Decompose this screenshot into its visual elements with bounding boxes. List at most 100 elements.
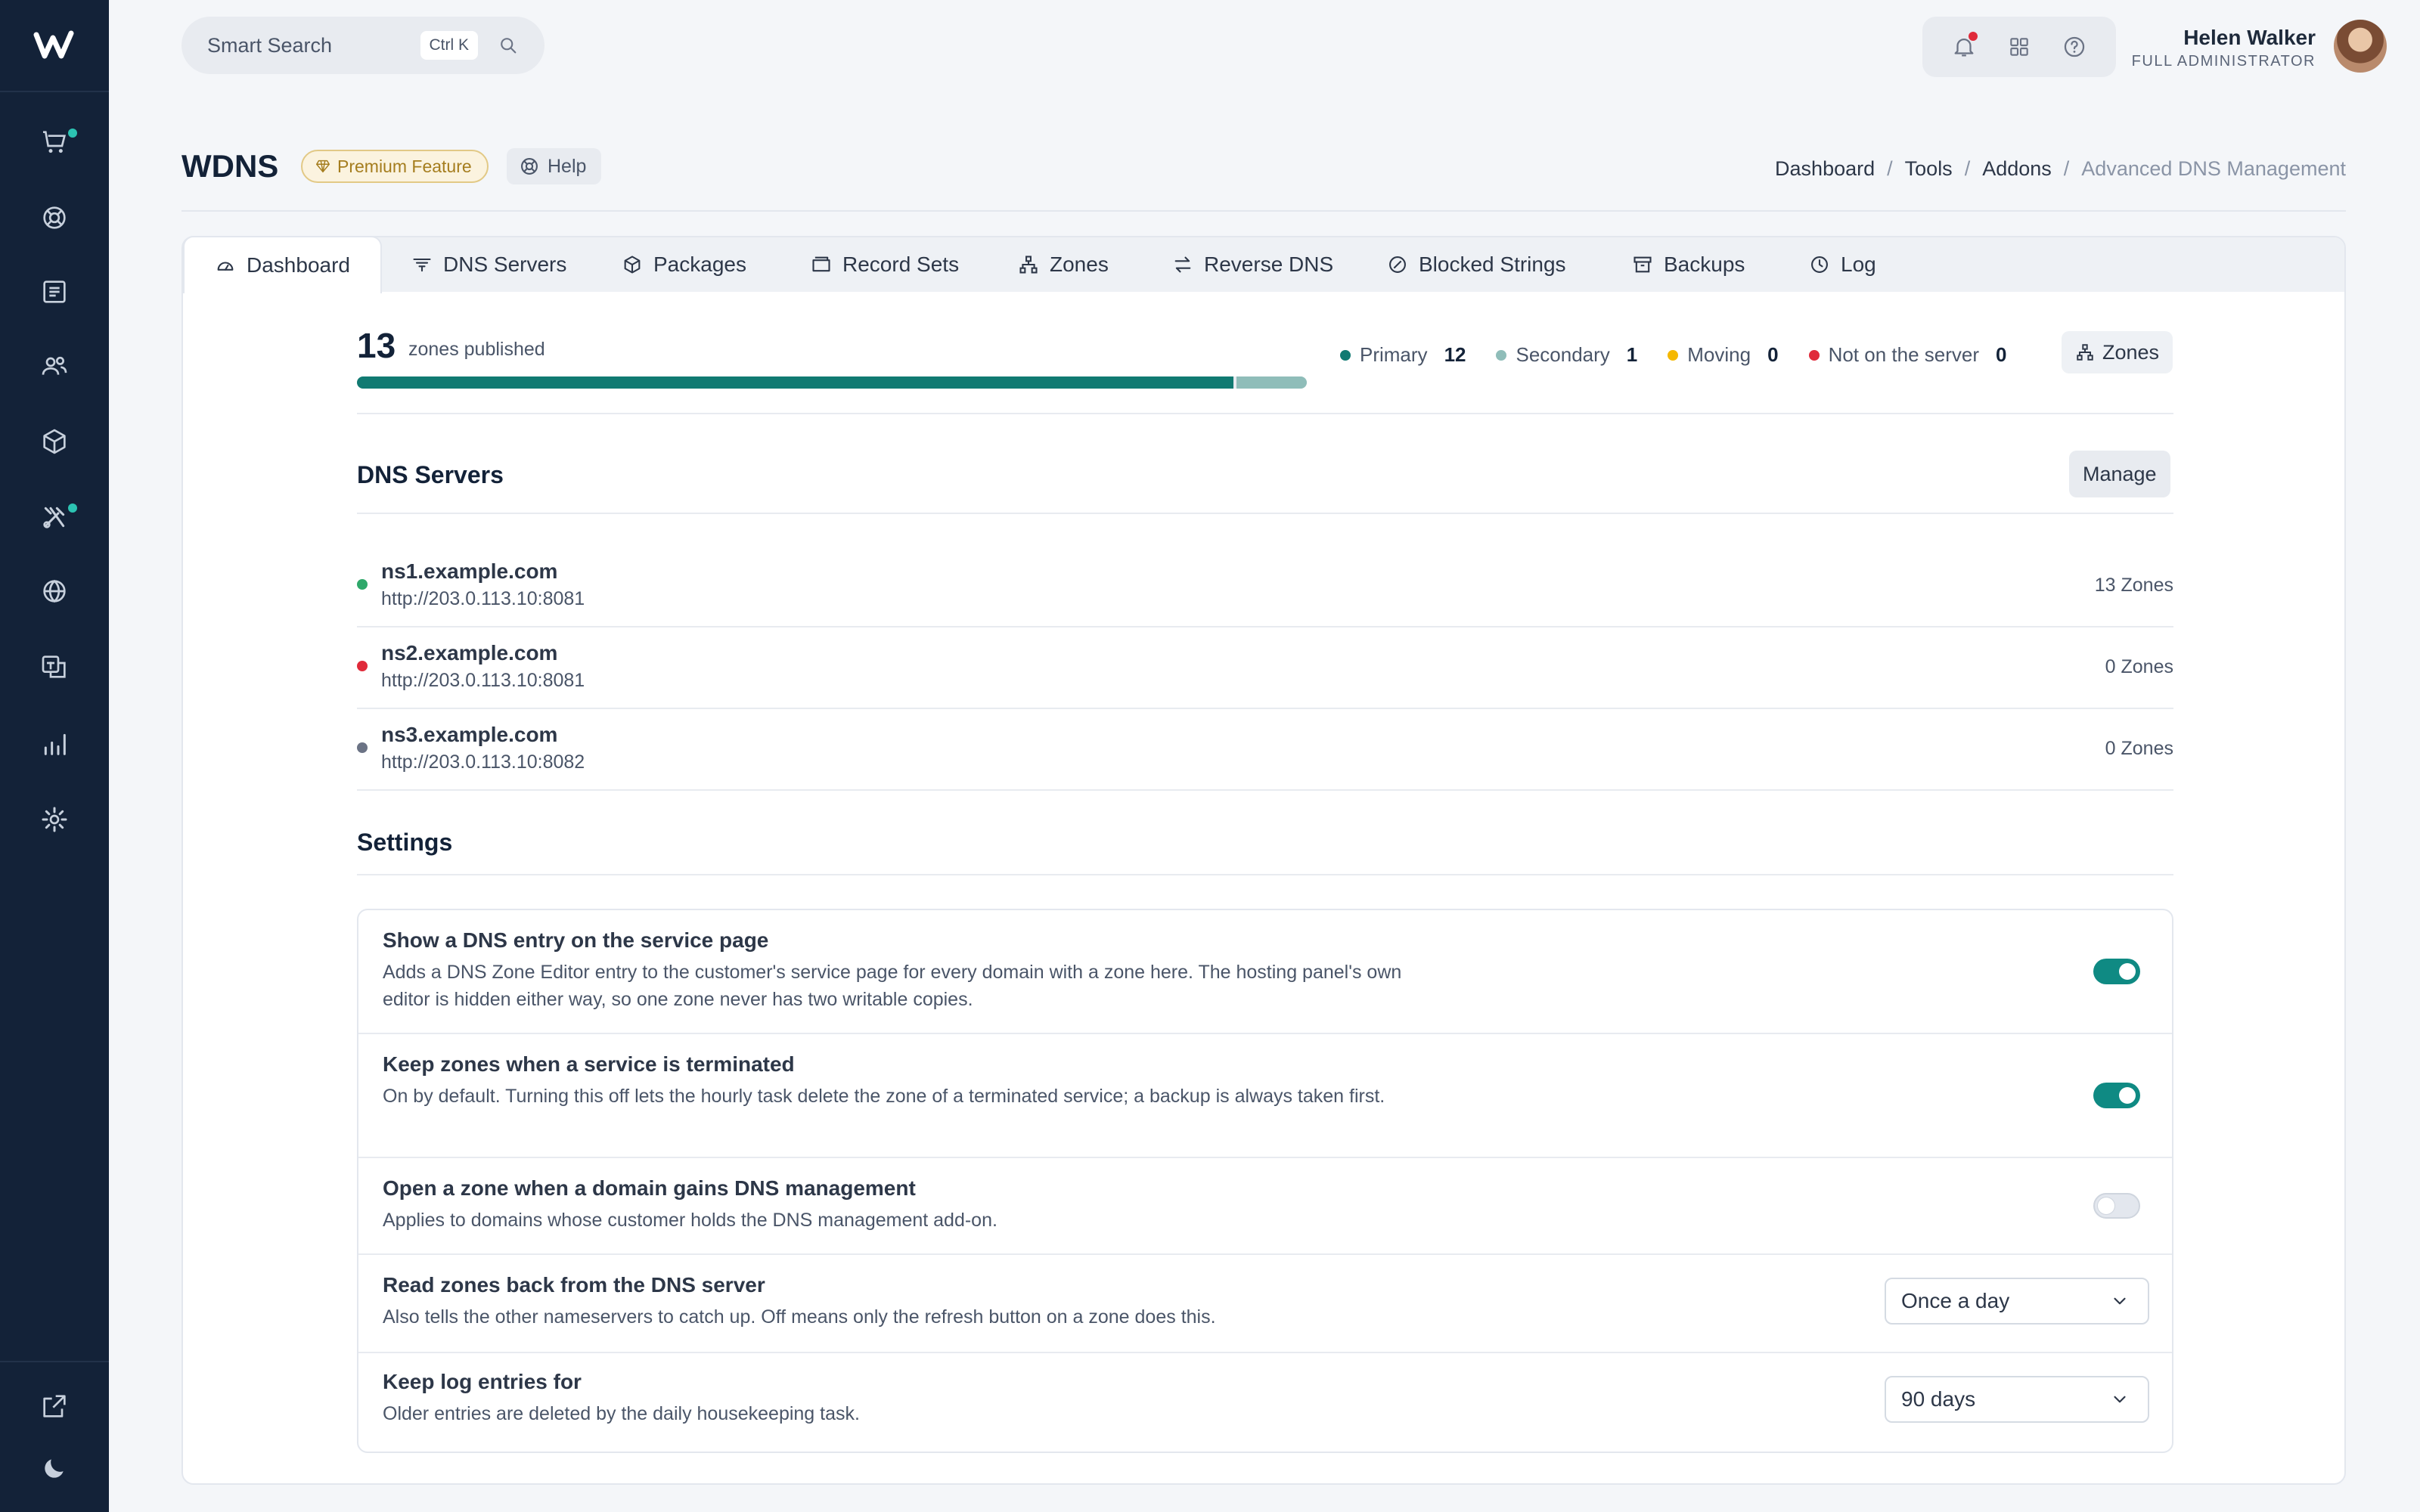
toggle-open-zone[interactable] [2093, 1193, 2140, 1219]
user-info[interactable]: Helen Walker FULL ADMINISTRATOR [2132, 26, 2316, 70]
tab-reverse-dns[interactable]: Reverse DNS [1172, 237, 1333, 292]
toggle-keep-zones[interactable] [2093, 1083, 2140, 1108]
breadcrumb-tools[interactable]: Tools [1905, 157, 1953, 181]
notification-dot [1968, 32, 1978, 41]
gauge-icon [217, 262, 234, 271]
setting-title: Show a DNS entry on the service page [383, 928, 769, 952]
setting-title: Keep log entries for [383, 1370, 582, 1393]
smart-search[interactable]: Smart Search Ctrl K [182, 17, 544, 74]
tab-dashboard[interactable]: Dashboard [183, 236, 382, 293]
toggle-knob [2098, 1198, 2114, 1214]
server-url: http://203.0.113.10:8081 [381, 670, 585, 691]
breadcrumb-current: Advanced DNS Management [2081, 157, 2346, 180]
settings-panel: Show a DNS entry on the service page Add… [357, 909, 2173, 1453]
divider [357, 413, 2173, 414]
avatar[interactable] [2334, 20, 2387, 73]
nav-dark-mode[interactable] [0, 1438, 109, 1498]
nav-reports[interactable] [0, 714, 109, 774]
setting-row: Read zones back from the DNS server Also… [358, 1253, 2172, 1352]
nav-orders[interactable] [0, 112, 109, 172]
read-zones-select[interactable]: Once a day [1885, 1278, 2149, 1325]
question-icon [2065, 36, 2085, 57]
tab-backups[interactable]: Backups [1632, 237, 1745, 292]
lifebuoy-icon [43, 206, 66, 229]
sidebar-divider [0, 1361, 109, 1362]
manage-button[interactable]: Manage [2069, 451, 2170, 497]
toggle-knob [2119, 963, 2136, 980]
zones-button[interactable]: Zones [2062, 331, 2173, 373]
dns-server-row[interactable]: ns2.example.com http://203.0.113.10:8081… [357, 626, 2173, 708]
setting-title: Keep zones when a service is terminated [383, 1052, 795, 1076]
nav-billing[interactable] [0, 262, 109, 322]
brand-logo[interactable] [0, 0, 109, 92]
legend-value: 12 [1444, 343, 1466, 366]
gear-icon [42, 807, 67, 832]
tab-zones[interactable]: Zones [1018, 237, 1109, 292]
breadcrumb-separator: / [1887, 157, 1893, 180]
progress-secondary [1236, 376, 1307, 389]
toggle-show-dns-entry[interactable] [2093, 959, 2140, 984]
tab-label: Backups [1664, 253, 1745, 276]
tab-label: DNS Servers [443, 253, 567, 276]
dns-server-row[interactable]: ns1.example.com http://203.0.113.10:8081… [357, 544, 2173, 626]
toggle-knob [2119, 1087, 2136, 1104]
server-icon [413, 258, 431, 272]
nav-clients[interactable] [0, 336, 109, 396]
archive-icon [1634, 256, 1652, 273]
ban-icon [1389, 256, 1406, 273]
tab-blocked-strings[interactable]: Blocked Strings [1387, 237, 1566, 292]
server-zone-count: 0 Zones [2105, 738, 2173, 759]
divider [357, 789, 2173, 791]
tab-label: Blocked Strings [1419, 253, 1566, 276]
tab-packages[interactable]: Packages [622, 237, 746, 292]
zones-legend: Primary 12 Secondary 1 Moving 0 Not on t… [1340, 343, 2006, 367]
nav-tools[interactable] [0, 487, 109, 547]
search-label: Smart Search [207, 33, 333, 57]
hierarchy-icon [1019, 256, 1038, 274]
tab-label: Reverse DNS [1204, 253, 1334, 276]
search-icon [501, 38, 517, 54]
nav-support[interactable] [0, 187, 109, 248]
package-icon [624, 256, 641, 274]
apps-button[interactable] [2004, 32, 2034, 62]
external-link-icon [43, 1395, 66, 1418]
dns-server-row[interactable]: ns3.example.com http://203.0.113.10:8082… [357, 708, 2173, 789]
tools-icon [43, 507, 65, 528]
notifications-button[interactable] [1949, 32, 1979, 62]
breadcrumb-dashboard[interactable]: Dashboard [1775, 157, 1875, 181]
lifebuoy-icon [521, 158, 538, 175]
legend-value: 1 [1626, 343, 1638, 366]
nav-open-external[interactable] [0, 1376, 109, 1436]
server-zone-count: 13 Zones [2094, 575, 2173, 596]
progress-primary [357, 376, 1234, 389]
nav-products[interactable] [0, 411, 109, 472]
help-center-button[interactable] [2059, 32, 2090, 62]
legend-moving: Moving 0 [1668, 343, 1779, 367]
setting-description: Applies to domains whose customer holds … [383, 1210, 997, 1231]
folder-icon [812, 256, 830, 272]
zones-published-count: 13 [357, 326, 396, 365]
server-host: ns2.example.com [381, 641, 558, 665]
setting-row: Show a DNS entry on the service page Add… [358, 910, 2172, 1033]
header-divider [182, 210, 2346, 212]
zones-button-label: Zones [2102, 340, 2160, 364]
tab-record-sets[interactable]: Record Sets [811, 237, 959, 292]
tab-log[interactable]: Log [1809, 237, 1876, 292]
server-host: ns1.example.com [381, 559, 558, 583]
help-button[interactable]: Help [507, 148, 602, 184]
help-label: Help [548, 155, 587, 177]
divider [357, 513, 2173, 514]
nav-settings[interactable] [0, 789, 109, 850]
tab-dns-servers[interactable]: DNS Servers [411, 237, 566, 292]
cart-icon [43, 131, 67, 153]
main-card: Dashboard DNS Servers Packages Record Se… [182, 236, 2346, 1485]
log-retention-select[interactable]: 90 days [1885, 1376, 2149, 1423]
setting-row: Open a zone when a domain gains DNS mana… [358, 1157, 2172, 1253]
nav-domains[interactable] [0, 561, 109, 621]
nav-translations[interactable] [0, 637, 109, 697]
secondary-dot [1496, 349, 1507, 361]
breadcrumb-addons[interactable]: Addons [1982, 157, 2052, 181]
setting-row: Keep log entries for Older entries are d… [358, 1352, 2172, 1452]
tab-label: Log [1841, 253, 1876, 276]
globe-icon [43, 579, 66, 603]
